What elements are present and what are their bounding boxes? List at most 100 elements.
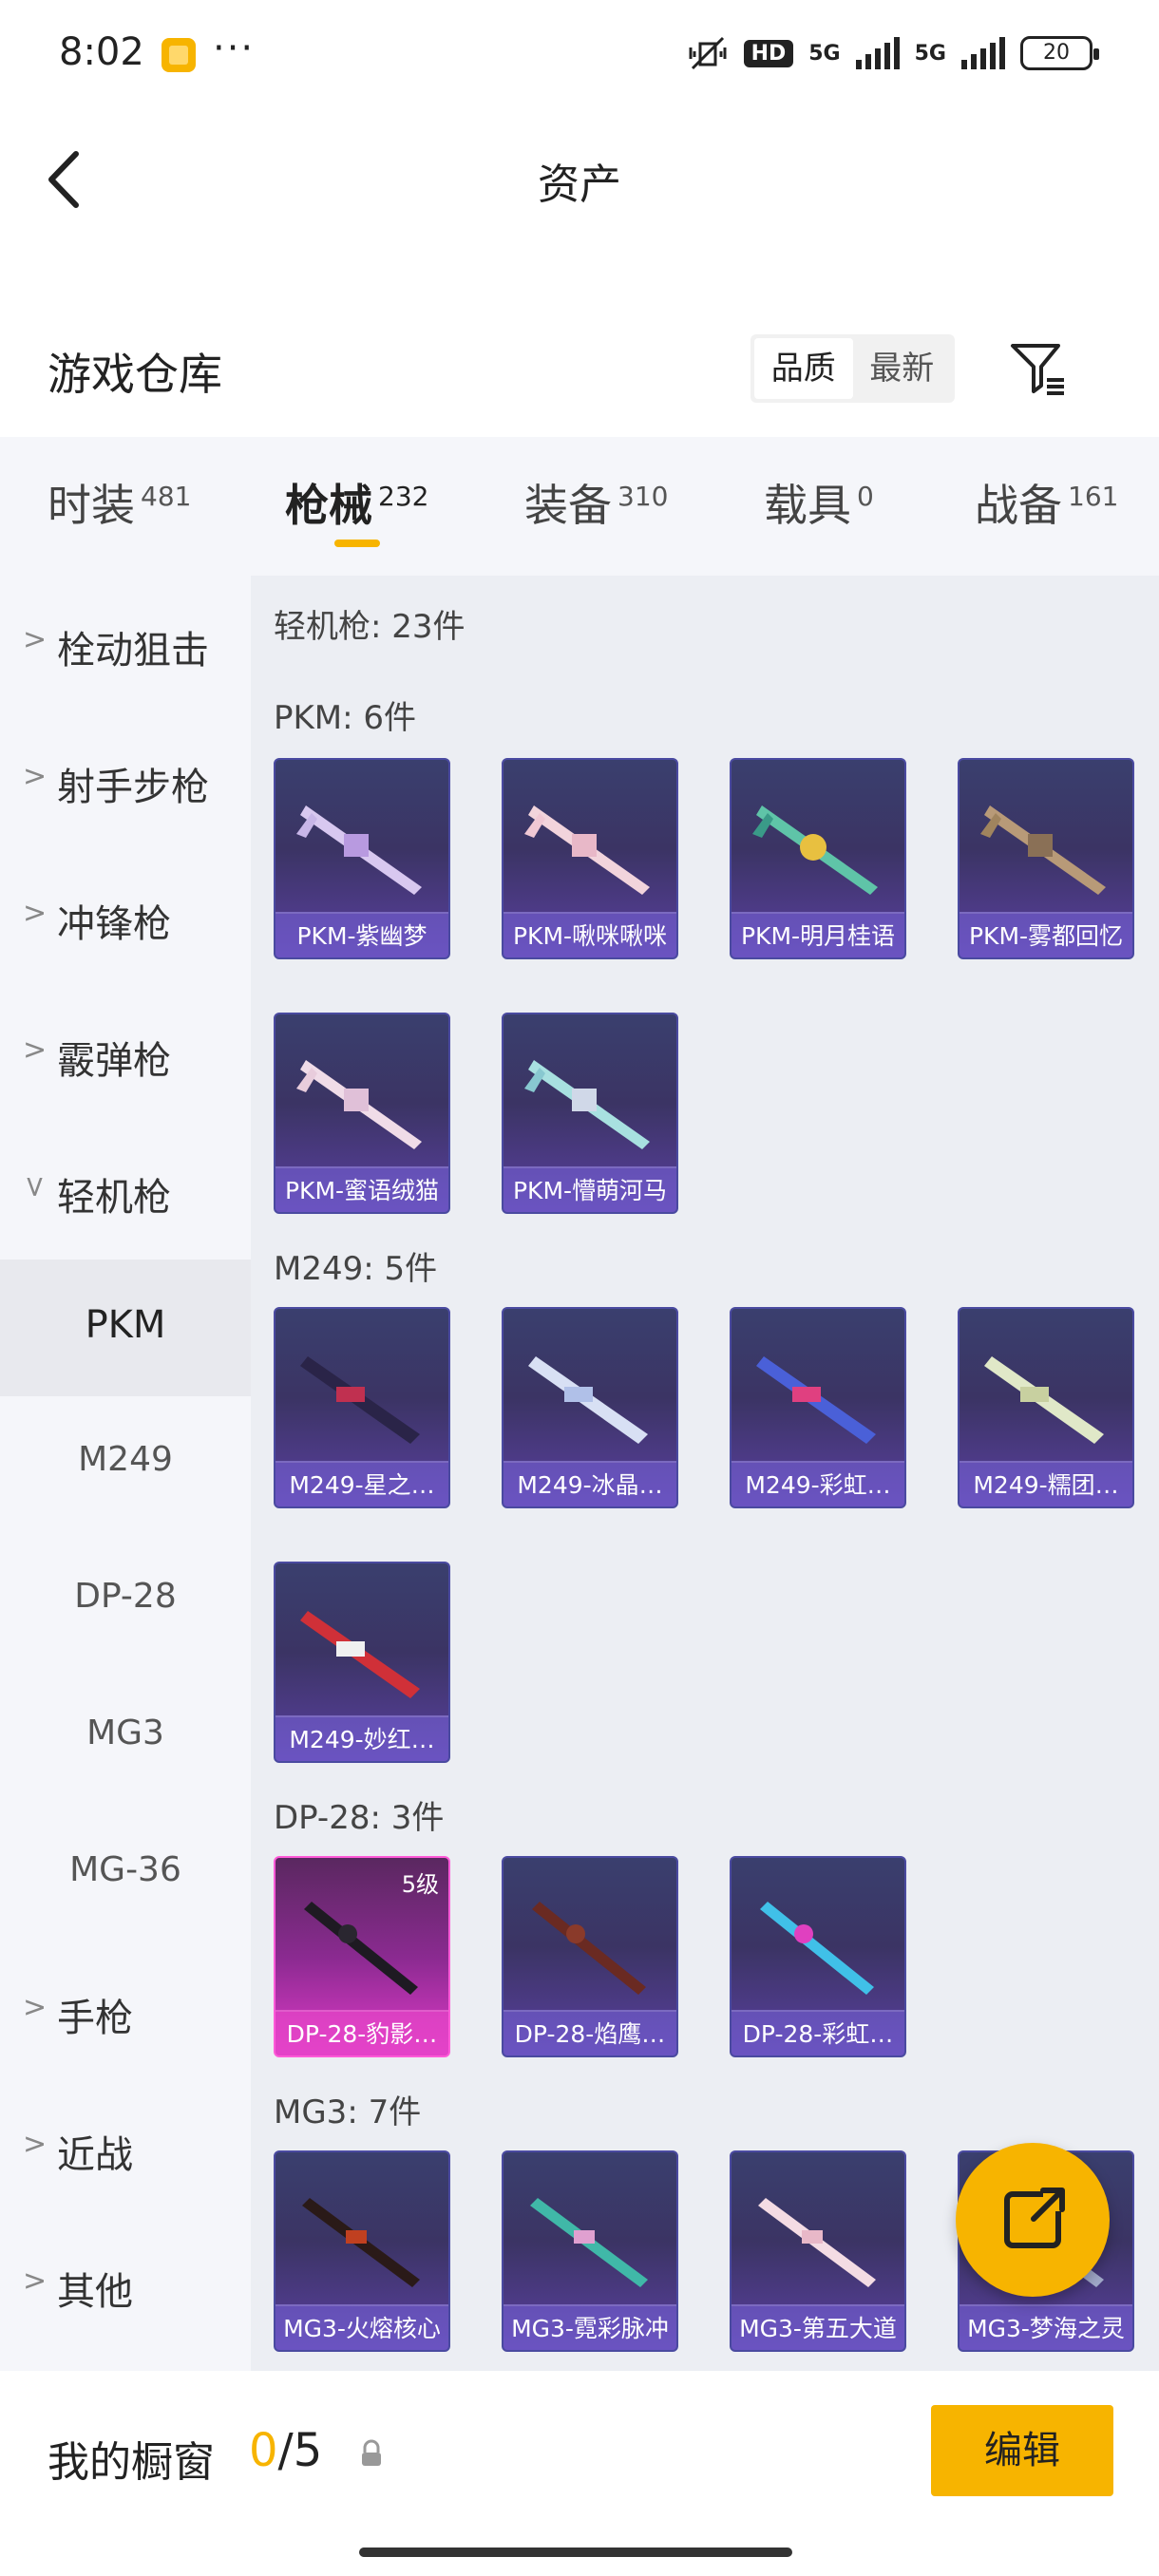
category-tabs: 时装 481 枪械 232 装备 310 载具 0 战备 161 [0,437,1159,576]
edit-button[interactable]: 编辑 [931,2405,1113,2496]
item-card[interactable]: 5级 DP-28-豹影… [274,1856,450,2057]
active-tab-indicator [334,540,380,547]
sidebar-subitem-m249[interactable]: M249 [0,1396,251,1533]
sidebar-item-label: 其他 [57,2270,133,2314]
item-name: PKM-明月桂语 [732,912,904,957]
filter-icon[interactable] [1007,338,1068,399]
sidebar: > 栓动狙击 > 射手步枪 > 冲锋枪 > 霰弹枪 > 轻机枪 PKM M249 DP-2… [0,576,251,2371]
gun-skin-image [530,2198,648,2287]
sidebar-subitem-pkm[interactable]: PKM [0,1260,251,1396]
sidebar-subitem-mg36[interactable]: MG-36 [0,1807,251,1943]
sidebar-subitem-label: PKM [85,1303,166,1347]
chevron-down-icon: > [18,1174,52,1200]
chevron-right-icon: > [23,760,48,793]
gun-skin-image [760,1902,874,1995]
home-indicator[interactable] [359,2548,792,2557]
sidebar-subitem-label: MG3 [86,1714,164,1752]
more-notifications-icon: ··· [213,27,256,70]
share-fab-button[interactable] [956,2143,1110,2297]
tab-fashion[interactable]: 时装 481 [48,471,191,534]
gun-skin-image [296,805,422,895]
item-card[interactable]: MG3-火熔核心 [274,2150,450,2352]
item-name: PKM-雾都回忆 [960,912,1132,957]
tab-vehicles[interactable]: 载具 0 [764,471,874,534]
sort-quality-button[interactable]: 品质 [754,338,853,399]
item-name: PKM-啾咪啾咪 [504,912,676,957]
item-name: MG3-霓彩脉冲 [504,2304,676,2350]
gun-skin-image [756,1356,876,1444]
item-name: PKM-懵萌河马 [504,1166,676,1212]
item-name: PKM-蜜语绒猫 [276,1166,448,1212]
sidebar-subitem-mg3[interactable]: MG3 [0,1670,251,1807]
item-card[interactable]: PKM-懵萌河马 [502,1013,678,1214]
item-card[interactable]: M249-糯团… [958,1307,1134,1508]
item-card[interactable]: DP-28-焰鹰… [502,1856,678,2057]
item-name: M249-彩虹… [732,1461,904,1506]
item-card[interactable]: MG3-第五大道 [730,2150,906,2352]
item-card[interactable]: M249-妙红… [274,1562,450,1763]
sidebar-subitem-dp28[interactable]: DP-28 [0,1533,251,1670]
item-card[interactable]: M249-彩虹… [730,1307,906,1508]
sidebar-item-other[interactable]: > 其他 [0,2217,251,2354]
sidebar-item-bolt-sniper[interactable]: > 栓动狙击 [0,576,251,712]
gun-skin-image [752,805,878,895]
item-name: M249-星之… [276,1461,448,1506]
gun-skin-image [984,1356,1104,1444]
sidebar-item-marksman[interactable]: > 射手步枪 [0,712,251,849]
signal-icon-1 [855,37,900,69]
status-bar: 8:02 ··· HD 5G 5G 20 [0,0,1159,112]
item-card[interactable]: DP-28-彩虹… [730,1856,906,2057]
sidebar-subitem-label: DP-28 [74,1577,177,1616]
item-name: MG3-第五大道 [732,2304,904,2350]
item-card[interactable]: PKM-紫幽梦 [274,758,450,959]
item-card[interactable]: PKM-蜜语绒猫 [274,1013,450,1214]
section-title: PKM: 6件 [274,699,417,737]
item-card[interactable]: PKM-啾咪啾咪 [502,758,678,959]
item-name: M249-冰晶… [504,1461,676,1506]
gun-skin-image [524,805,650,895]
tab-count: 481 [141,480,192,512]
sort-toggle: 品质 最新 [750,334,955,403]
gun-skin-image [296,1060,422,1149]
sidebar-item-label: 近战 [57,2133,133,2177]
tab-combat-gear[interactable]: 战备 161 [975,471,1118,534]
section-title: MG3: 7件 [274,2093,422,2131]
item-card[interactable]: PKM-明月桂语 [730,758,906,959]
item-card[interactable]: M249-冰晶… [502,1307,678,1508]
status-time: 8:02 [59,30,144,74]
item-card[interactable]: PKM-雾都回忆 [958,758,1134,959]
tab-equipment[interactable]: 装备 310 [524,471,668,534]
chevron-right-icon: > [23,2264,48,2298]
sidebar-subitem-label: MG-36 [69,1850,181,1889]
tab-label: 枪械 [285,480,372,531]
chevron-right-icon: > [23,1991,48,2024]
chevron-right-icon: > [23,2128,48,2161]
showcase-count: 0/5 [249,2424,322,2477]
sidebar-item-smg[interactable]: > 冲锋枪 [0,849,251,986]
gun-skin-image [300,1611,420,1698]
tab-label: 载具 [764,480,851,531]
tab-count: 0 [857,480,874,512]
chevron-right-icon: > [23,897,48,930]
showcase-total: /5 [277,2424,323,2477]
tab-guns[interactable]: 枪械 232 [285,471,428,534]
sidebar-item-lmg[interactable]: > 轻机枪 [0,1123,251,1260]
category-header: 轻机枪: 23件 [274,608,466,646]
item-card[interactable]: MG3-霓彩脉冲 [502,2150,678,2352]
notification-app-icon [162,38,196,72]
sort-newest-button[interactable]: 最新 [853,338,952,399]
sidebar-item-melee[interactable]: > 近战 [0,2080,251,2217]
tab-count: 310 [618,480,669,512]
item-name: DP-28-彩虹… [732,2010,904,2055]
network-label-2: 5G [914,41,946,66]
gun-skin-image [532,1902,646,1995]
gun-skin-image [528,1356,648,1444]
sidebar-item-label: 栓动狙击 [57,629,209,672]
item-name: M249-妙红… [276,1715,448,1761]
sidebar-item-shotgun[interactable]: > 霰弹枪 [0,986,251,1123]
sidebar-item-label: 霰弹枪 [57,1039,171,1083]
sidebar-item-pistol[interactable]: > 手枪 [0,1943,251,2080]
item-card[interactable]: M249-星之… [274,1307,450,1508]
top-bar: 资产 [0,112,1159,245]
item-grid: 轻机枪: 23件 PKM: 6件 PKM-紫幽梦 PKM-啾咪啾咪 PKM-明月… [251,576,1159,2371]
